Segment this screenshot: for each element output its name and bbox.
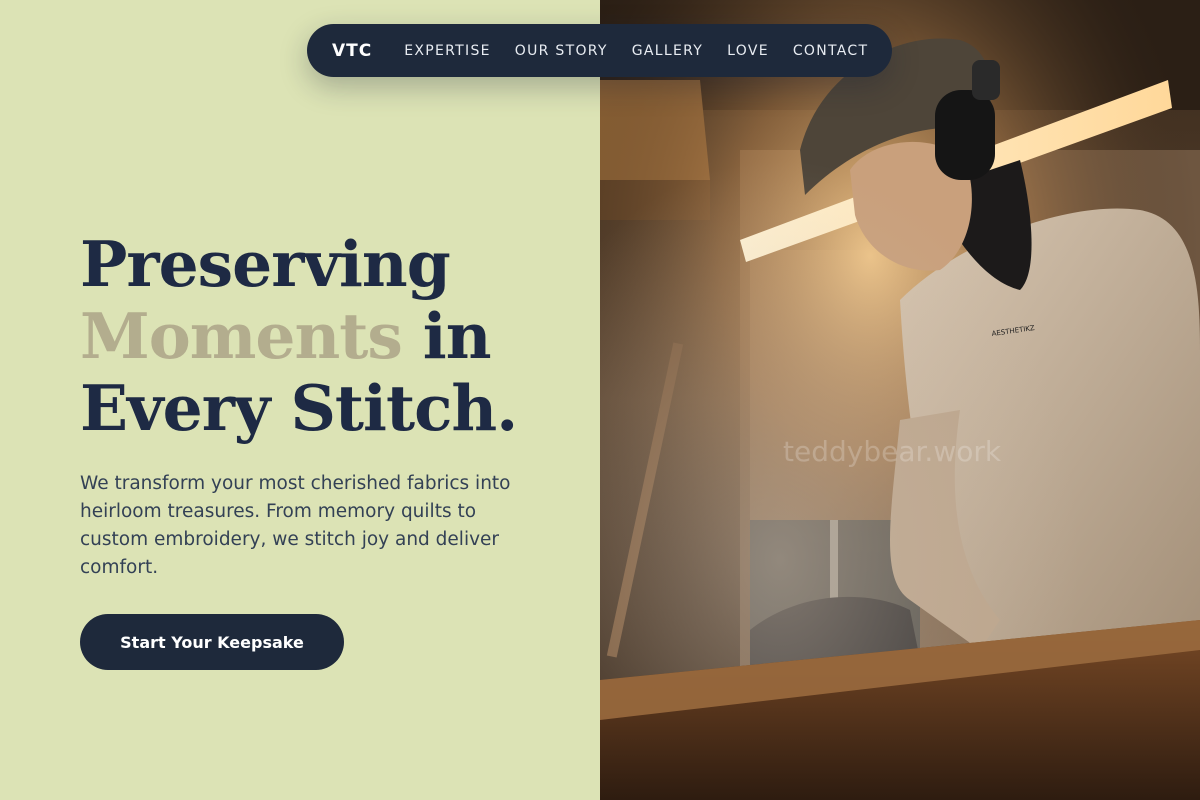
- headline-accent-word: Moments: [80, 299, 403, 373]
- nav-link-gallery[interactable]: GALLERY: [632, 43, 703, 59]
- headline-line-1: Preserving: [80, 227, 451, 301]
- hero-image-panel: AESTHETIKZ teddybear.work: [600, 0, 1200, 800]
- hero-headline: Preserving Moments in Every Stitch.: [80, 228, 580, 444]
- top-navigation: VTC EXPERTISE OUR STORY GALLERY LOVE CON…: [307, 24, 892, 77]
- nav-links: EXPERTISE OUR STORY GALLERY LOVE CONTACT: [404, 43, 868, 59]
- site-logo[interactable]: VTC: [332, 41, 372, 61]
- nav-link-our-story[interactable]: OUR STORY: [515, 43, 608, 59]
- watermark-text: teddybear.work: [783, 435, 1002, 468]
- headline-line-3: Every Stitch.: [80, 371, 518, 445]
- nav-link-love[interactable]: LOVE: [727, 43, 769, 59]
- nav-link-contact[interactable]: CONTACT: [793, 43, 869, 59]
- hero-left-panel: Preserving Moments in Every Stitch. We t…: [0, 0, 600, 800]
- hero-description: We transform your most cherished fabrics…: [80, 473, 511, 578]
- headline-line-2-rest: in: [401, 299, 492, 373]
- craftsman-photo: AESTHETIKZ: [600, 0, 1200, 800]
- start-keepsake-button[interactable]: Start Your Keepsake: [80, 614, 344, 670]
- nav-link-expertise[interactable]: EXPERTISE: [404, 43, 491, 59]
